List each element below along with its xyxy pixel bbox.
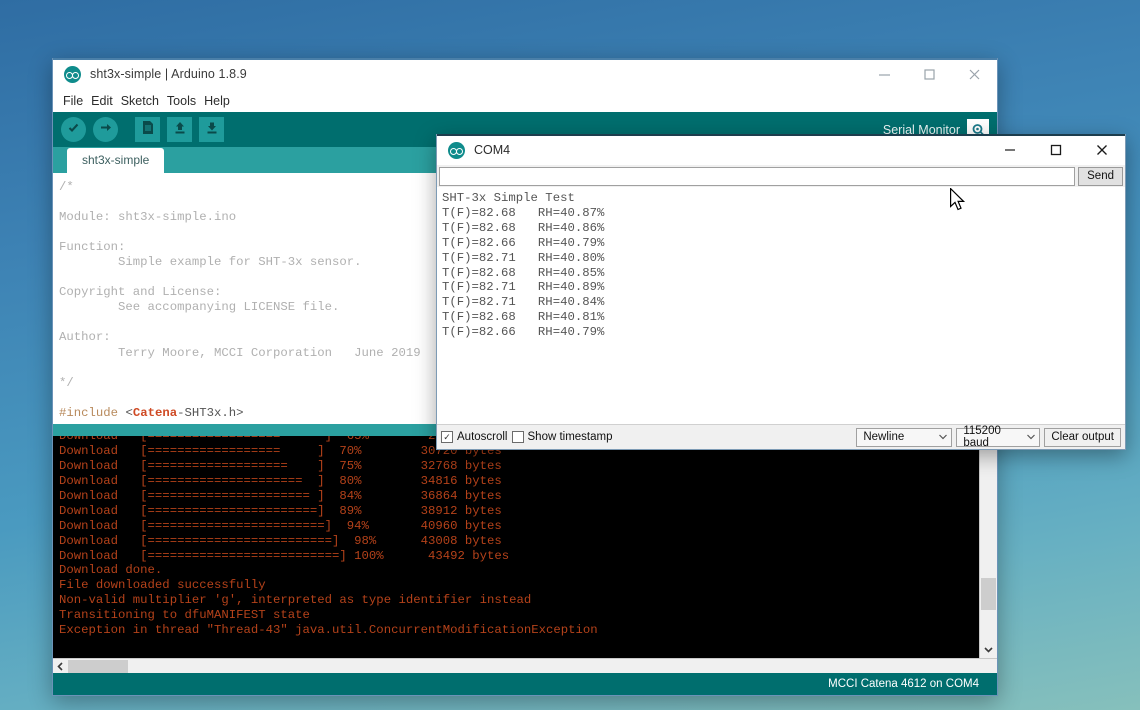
serial-output-line: T(F)=82.71 RH=40.89% xyxy=(442,280,605,295)
minimize-button[interactable] xyxy=(862,59,907,89)
serial-titlebar-accent xyxy=(437,134,1125,136)
serial-output-line: T(F)=82.68 RH=40.86% xyxy=(442,220,605,235)
serial-output-line: T(F)=82.68 RH=40.85% xyxy=(442,265,605,280)
check-icon xyxy=(67,121,80,139)
serial-monitor-window: COM4 Send SHT-3x Simple Test T(F)=82.68 R… xyxy=(436,134,1126,450)
serial-output-line: T(F)=82.71 RH=40.84% xyxy=(442,295,605,310)
serial-titlebar: COM4 xyxy=(437,134,1125,165)
arrow-up-icon xyxy=(173,120,187,140)
serial-window-title: COM4 xyxy=(474,143,511,157)
ide-window-title: sht3x-simple | Arduino 1.8.9 xyxy=(90,67,247,81)
console-line: Download [=========================] 98%… xyxy=(59,533,502,548)
serial-output-line: T(F)=82.66 RH=40.79% xyxy=(442,325,605,340)
chevron-down-icon xyxy=(1027,433,1036,442)
close-button[interactable] xyxy=(1079,135,1125,165)
minimize-button[interactable] xyxy=(987,135,1033,165)
ide-menubar: File Edit Sketch Tools Help xyxy=(53,90,997,112)
serial-output-text: SHT-3x Simple Test T(F)=82.68 RH=40.87% T(… xyxy=(437,187,1125,425)
upload-button[interactable] xyxy=(93,117,118,142)
menu-item-file[interactable]: File xyxy=(59,90,87,112)
show-timestamp-label: Show timestamp xyxy=(527,431,613,443)
chevron-down-icon xyxy=(939,433,948,442)
arrow-down-icon xyxy=(205,120,219,140)
scrollbar-thumb-horizontal[interactable] xyxy=(68,659,128,673)
console-line: Exception in thread "Thread-43" java.uti… xyxy=(59,623,598,638)
autoscroll-checkbox[interactable]: ✓ xyxy=(441,431,453,443)
titlebar-accent xyxy=(53,58,997,60)
scrollbar-thumb[interactable] xyxy=(981,578,996,610)
save-sketch-button[interactable] xyxy=(199,117,224,142)
console-output-panel: Download [================== ] 65% 28672… xyxy=(53,436,997,658)
console-line: Download [========================] 94% … xyxy=(59,518,502,533)
menu-item-sketch[interactable]: Sketch xyxy=(117,90,163,112)
sketch-tab-sht3x-simple[interactable]: sht3x-simple xyxy=(67,148,165,173)
show-timestamp-checkbox[interactable] xyxy=(511,431,524,443)
line-ending-select[interactable]: Newline xyxy=(856,427,953,447)
arrow-right-icon xyxy=(99,121,112,139)
console-line: Download [===================== ] 80% 34… xyxy=(59,473,502,488)
arduino-logo-icon xyxy=(448,141,465,159)
board-status-text: MCCI Catena 4612 on COM4 xyxy=(828,678,979,690)
console-line: Download [=======================] 89% 3… xyxy=(59,503,502,518)
chevron-left-icon[interactable] xyxy=(53,659,68,674)
console-line: Download [=================== ] 75% 3276… xyxy=(59,458,502,473)
menu-item-tools[interactable]: Tools xyxy=(163,90,200,112)
console-line: Transitioning to dfuMANIFEST state xyxy=(59,608,310,623)
console-line: File downloaded successfully xyxy=(59,578,266,593)
open-sketch-button[interactable] xyxy=(167,117,192,142)
serial-output-line: SHT-3x Simple Test xyxy=(442,191,575,205)
maximize-button[interactable] xyxy=(907,59,952,89)
baud-rate-value: 115200 baud xyxy=(963,425,1001,449)
send-button[interactable]: Send xyxy=(1078,166,1123,186)
menu-item-help[interactable]: Help xyxy=(200,90,234,112)
console-line: Non-valid multiplier 'g', interpreted as… xyxy=(59,593,532,608)
console-line: Download [==========================] 10… xyxy=(59,548,510,563)
new-sketch-button[interactable] xyxy=(135,117,160,142)
clear-output-button[interactable]: Clear output xyxy=(1044,427,1121,447)
baud-rate-select[interactable]: 115200 baud xyxy=(956,425,1041,449)
console-line: Download done. xyxy=(59,563,163,578)
autoscroll-label: Autoscroll xyxy=(457,431,508,443)
arduino-logo-icon xyxy=(64,65,81,83)
line-ending-value: Newline xyxy=(863,431,905,443)
ide-window-controls xyxy=(862,59,997,89)
serial-window-controls xyxy=(987,135,1125,165)
verify-button[interactable] xyxy=(61,117,86,142)
maximize-button[interactable] xyxy=(1033,135,1079,165)
serial-send-row: Send xyxy=(437,165,1125,187)
serial-output-line: T(F)=82.68 RH=40.87% xyxy=(442,205,605,220)
serial-send-input[interactable] xyxy=(439,166,1076,186)
new-document-icon xyxy=(141,120,155,140)
ide-titlebar: sht3x-simple | Arduino 1.8.9 xyxy=(53,58,997,90)
console-horizontal-scrollbar[interactable] xyxy=(53,658,997,673)
console-output-text: Download [================== ] 65% 28672… xyxy=(53,436,979,658)
autoscroll-checkbox-wrap[interactable]: ✓ Autoscroll xyxy=(441,431,508,443)
tab-label: sht3x-simple xyxy=(82,153,150,167)
serial-output-line: T(F)=82.71 RH=40.80% xyxy=(442,250,605,265)
ide-status-bar: MCCI Catena 4612 on COM4 xyxy=(53,673,997,695)
menu-item-edit[interactable]: Edit xyxy=(87,90,117,112)
chevron-down-icon[interactable] xyxy=(980,641,997,658)
serial-output-line: T(F)=82.66 RH=40.79% xyxy=(442,235,605,250)
serial-output-line: T(F)=82.68 RH=40.81% xyxy=(442,310,605,325)
show-timestamp-checkbox-wrap[interactable]: Show timestamp xyxy=(511,431,613,443)
console-vertical-scrollbar[interactable] xyxy=(979,436,997,658)
close-button[interactable] xyxy=(952,59,997,89)
serial-bottom-bar: ✓ Autoscroll Show timestamp Newline 1152… xyxy=(437,425,1125,449)
console-line: Download [====================== ] 84% 3… xyxy=(59,488,502,503)
